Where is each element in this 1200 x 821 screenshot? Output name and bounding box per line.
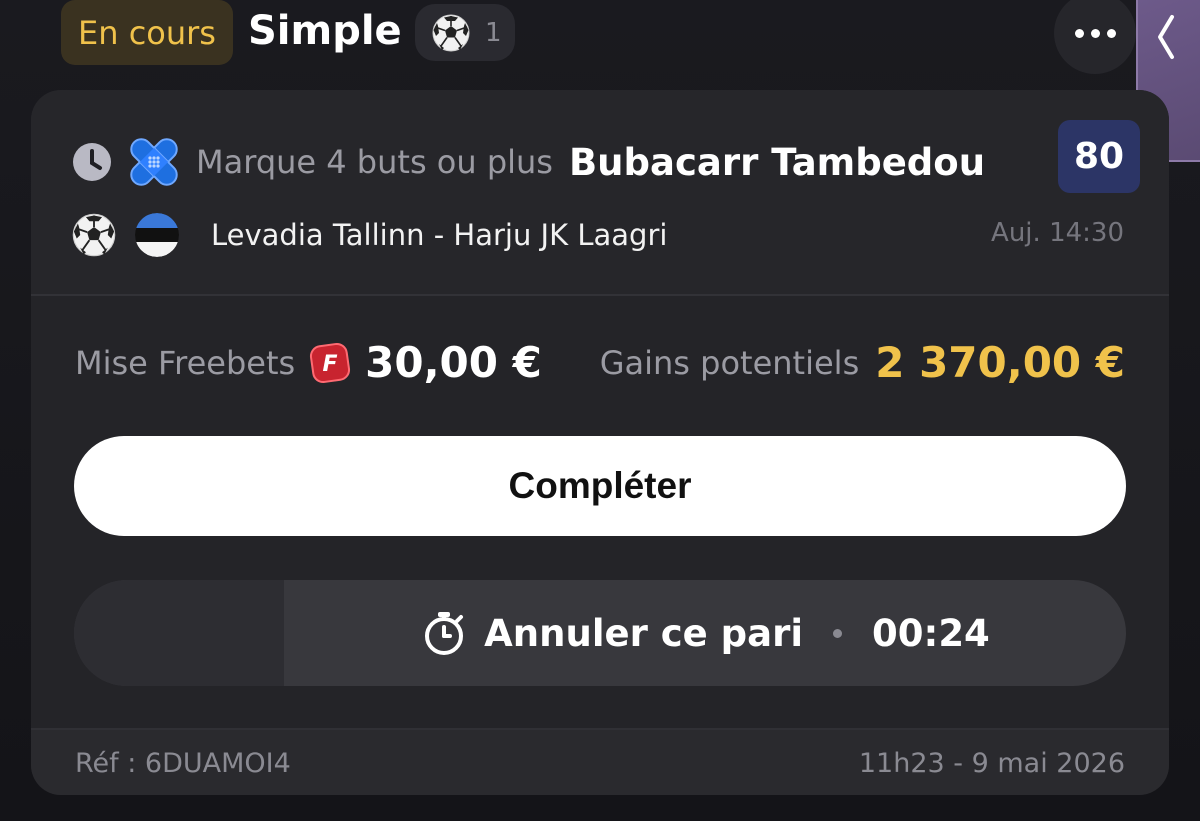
clock-icon [73,143,111,181]
stopwatch-icon [425,612,464,655]
svg-text:F: F [323,352,338,377]
team-crest-icon [130,138,178,186]
soccer-ball-icon [72,213,116,257]
dot [1074,28,1084,38]
player-name: Bubacarr Tambedou [568,140,986,184]
stake-amount: 30,00 € [365,338,542,387]
freebet-icon: F [310,342,351,383]
cancel-countdown: 00:24 [872,611,990,655]
odds-value: 80 [1073,136,1125,177]
potential-gains: Gains potentiels 2 370,00 € [600,338,1125,387]
odds-badge: 80 [1058,120,1140,193]
match-row: Levadia Tallinn - Harju JK Laagri [71,212,667,258]
match-name: Levadia Tallinn - Harju JK Laagri [211,218,668,252]
selection-row: Marque 4 buts ou plus Bubacarr Tambedou [72,132,985,192]
separator-dot [833,628,843,638]
status-badge: En cours [61,0,233,65]
selection-section: Marque 4 buts ou plus Bubacarr Tambedou … [31,90,1169,296]
cancel-bet-button[interactable]: Annuler ce pari 00:24 [74,580,1126,686]
gains-label: Gains potentiels [599,343,860,382]
chevron-left-icon [1158,15,1174,59]
kickoff-time: Auj. 14:30 [991,218,1124,248]
bet-type-title: Simple [248,8,402,54]
bet-slip-screen: En cours Simple 1 Marque 4 buts ou plus … [0,0,1200,821]
bet-footer: Réf : 6DUAMOI4 11h23 - 9 mai 2026 [31,728,1169,795]
market-label: Marque 4 buts ou plus [196,143,553,181]
bet-card: Marque 4 buts ou plus Bubacarr Tambedou … [31,90,1169,795]
status-label: En cours [78,13,216,52]
dot [1090,28,1100,38]
more-options-button[interactable] [1054,0,1136,74]
soccer-ball-icon [432,14,470,51]
bet-reference: Réf : 6DUAMOI4 [75,748,291,779]
cancel-bet-content: Annuler ce pari 00:24 [420,609,990,657]
cancel-bet-label: Annuler ce pari [484,611,804,655]
bet-placed-date: 11h23 - 9 mai 2026 [858,748,1125,779]
estonia-flag-icon [135,213,179,257]
sport-chip: 1 [415,4,515,61]
complete-button[interactable]: Compléter [74,436,1126,536]
stake-label: Mise Freebets [75,343,296,382]
dot [1106,28,1116,38]
gains-amount: 2 370,00 € [875,338,1125,387]
selection-count: 1 [485,17,502,48]
cancel-countdown-progress [74,580,285,686]
